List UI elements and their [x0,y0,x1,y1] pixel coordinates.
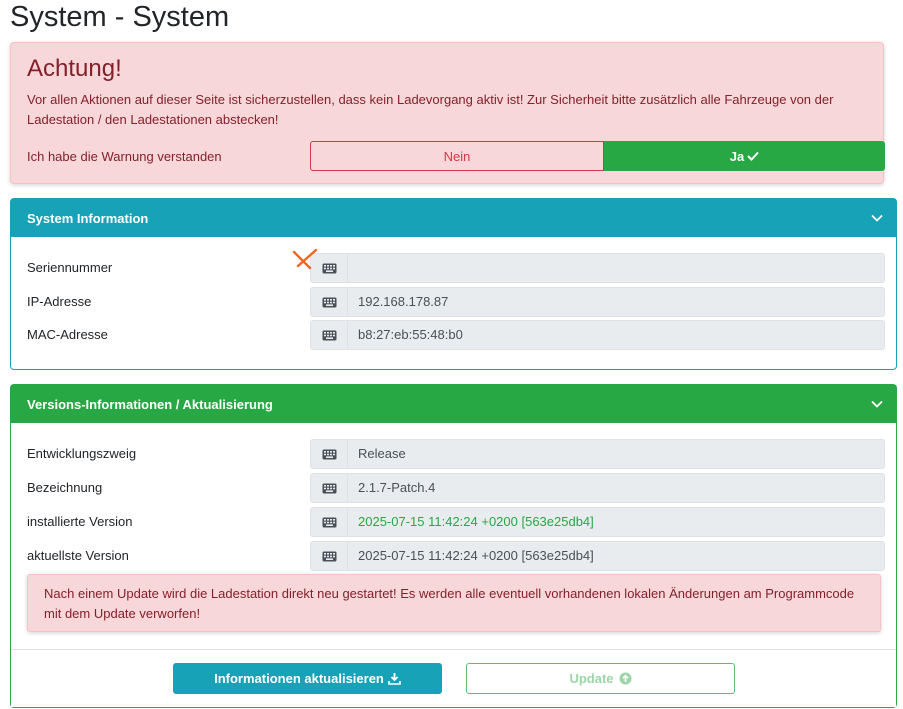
download-icon [388,673,401,685]
designation-value: 2.1.7-Patch.4 [358,480,436,495]
version-info-header[interactable]: Versions-Informationen / Aktualisierung [11,385,896,423]
version-info-card: Versions-Informationen / Aktualisierung … [10,384,897,708]
designation-field: 2.1.7-Patch.4 [310,473,885,503]
serial-number-field [310,253,885,283]
cursor-x-icon [292,248,318,270]
serial-number-row: Seriennummer [27,253,885,283]
version-card-footer: Informationen aktualisieren Update [11,649,896,707]
latest-version-value: 2025-07-15 11:42:24 +0200 [563e25db4] [358,548,594,563]
installed-version-label: installierte Version [27,514,133,529]
system-info-card: System Information Seriennummer IP-Adres… [10,198,897,370]
chevron-down-icon[interactable] [870,211,884,225]
check-icon [747,151,759,161]
warning-card: Achtung! Vor allen Aktionen auf dieser S… [10,42,885,184]
ip-address-field: 192.168.178.87 [310,287,885,317]
keyboard-icon [322,263,336,273]
installed-version-field: 2025-07-15 11:42:24 +0200 [563e25db4] [310,507,885,537]
arrow-circle-up-icon [619,672,632,685]
keyboard-icon [322,483,336,493]
version-info-header-title: Versions-Informationen / Aktualisierung [27,396,273,412]
installed-version-value: 2025-07-15 11:42:24 +0200 [563e25db4] [358,514,594,529]
warning-text: Vor allen Aktionen auf dieser Seite ist … [27,92,834,127]
serial-number-label: Seriennummer [27,260,113,275]
update-button[interactable]: Update [466,663,735,694]
mac-address-value: b8:27:eb:55:48:b0 [358,327,463,342]
warning-title: Achtung! [27,55,122,82]
keyboard-icon [322,330,336,340]
page-title: System - System [10,1,230,33]
refresh-info-button[interactable]: Informationen aktualisieren [173,663,442,694]
keyboard-icon [322,517,336,527]
latest-version-row: aktuellste Version 2025-07-15 11:42:24 +… [27,541,885,571]
ip-address-label: IP-Adresse [27,294,92,309]
branch-field: Release [310,439,885,469]
mac-address-label: MAC-Adresse [27,327,108,342]
no-button-label: Nein [443,148,471,164]
yes-button-label: Ja [729,148,745,164]
branch-value: Release [358,446,406,461]
ip-address-value: 192.168.178.87 [358,294,449,309]
system-info-header-title: System Information [27,210,149,226]
warning-ack-toggle: Nein Ja [310,141,885,171]
installed-version-row: installierte Version 2025-07-15 11:42:24… [27,507,885,537]
serial-number-value [348,254,358,282]
update-warning-alert: Nach einem Update wird die Ladestation d… [27,574,881,632]
keyboard-icon [322,449,336,459]
keyboard-icon [322,297,336,307]
no-button[interactable]: Nein [310,141,604,171]
keyboard-icon [322,551,336,561]
branch-label: Entwicklungszweig [27,446,137,461]
system-info-header[interactable]: System Information [11,199,896,237]
branch-row: Entwicklungszweig Release [27,439,885,469]
designation-row: Bezeichnung 2.1.7-Patch.4 [27,473,885,503]
latest-version-field: 2025-07-15 11:42:24 +0200 [563e25db4] [310,541,885,571]
update-button-label: Update [569,671,614,686]
designation-label: Bezeichnung [27,480,103,495]
chevron-down-icon[interactable] [870,397,884,411]
mac-address-row: MAC-Adresse b8:27:eb:55:48:b0 [27,320,885,350]
warning-ack-label: Ich habe die Warnung verstanden [27,149,222,164]
latest-version-label: aktuellste Version [27,548,129,563]
mac-address-field: b8:27:eb:55:48:b0 [310,320,885,350]
ip-address-row: IP-Adresse 192.168.178.87 [27,287,885,317]
yes-button[interactable]: Ja [604,141,885,171]
refresh-info-label: Informationen aktualisieren [214,671,384,686]
